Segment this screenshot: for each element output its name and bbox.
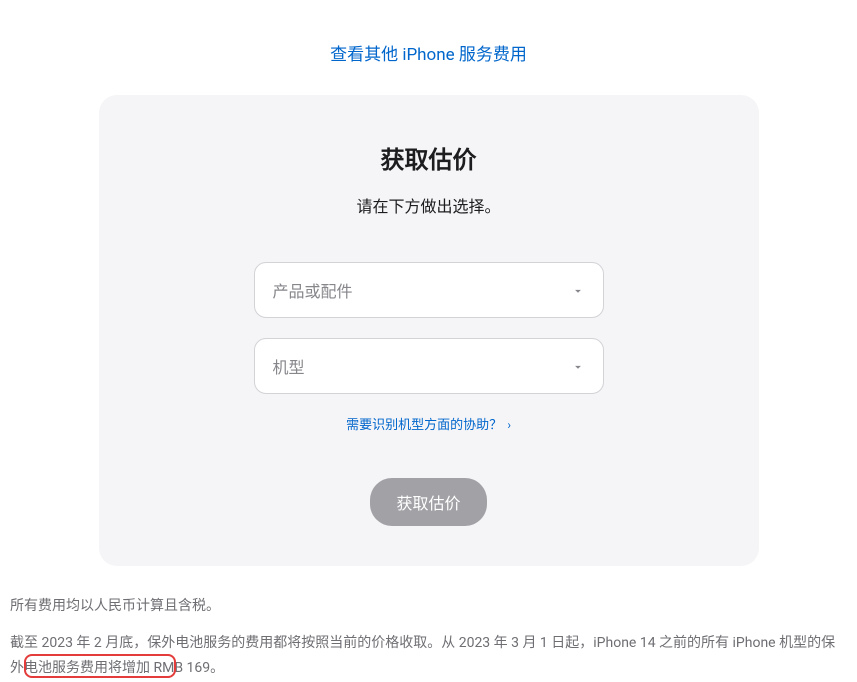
get-estimate-button[interactable]: 获取估价 bbox=[370, 478, 486, 526]
model-select[interactable]: 机型 bbox=[254, 338, 604, 394]
other-services-link[interactable]: 查看其他 iPhone 服务费用 bbox=[330, 45, 527, 65]
footer-text: 所有费用均以人民币计算且含税。 截至 2023 年 2 月底，保外电池服务的费用… bbox=[10, 594, 847, 682]
chevron-right-icon: › bbox=[507, 418, 511, 432]
chevron-down-icon bbox=[571, 283, 585, 297]
card-title: 获取估价 bbox=[139, 140, 719, 175]
chevron-down-icon bbox=[571, 359, 585, 373]
footer-line-2: 截至 2023 年 2 月底，保外电池服务的费用都将按照当前的价格收取。从 20… bbox=[10, 631, 847, 681]
product-select[interactable]: 产品或配件 bbox=[254, 262, 604, 318]
card-subtitle: 请在下方做出选择。 bbox=[139, 193, 719, 217]
identify-model-help-link[interactable]: 需要识别机型方面的协助？ › bbox=[346, 418, 511, 433]
estimate-card: 获取估价 请在下方做出选择。 产品或配件 机型 需要识别机型方面的协助？ › 获… bbox=[99, 95, 759, 566]
model-select-placeholder: 机型 bbox=[273, 354, 305, 378]
product-select-placeholder: 产品或配件 bbox=[273, 278, 353, 302]
footer-line-1: 所有费用均以人民币计算且含税。 bbox=[10, 594, 847, 619]
help-link-label: 需要识别机型方面的协助？ bbox=[346, 418, 502, 433]
